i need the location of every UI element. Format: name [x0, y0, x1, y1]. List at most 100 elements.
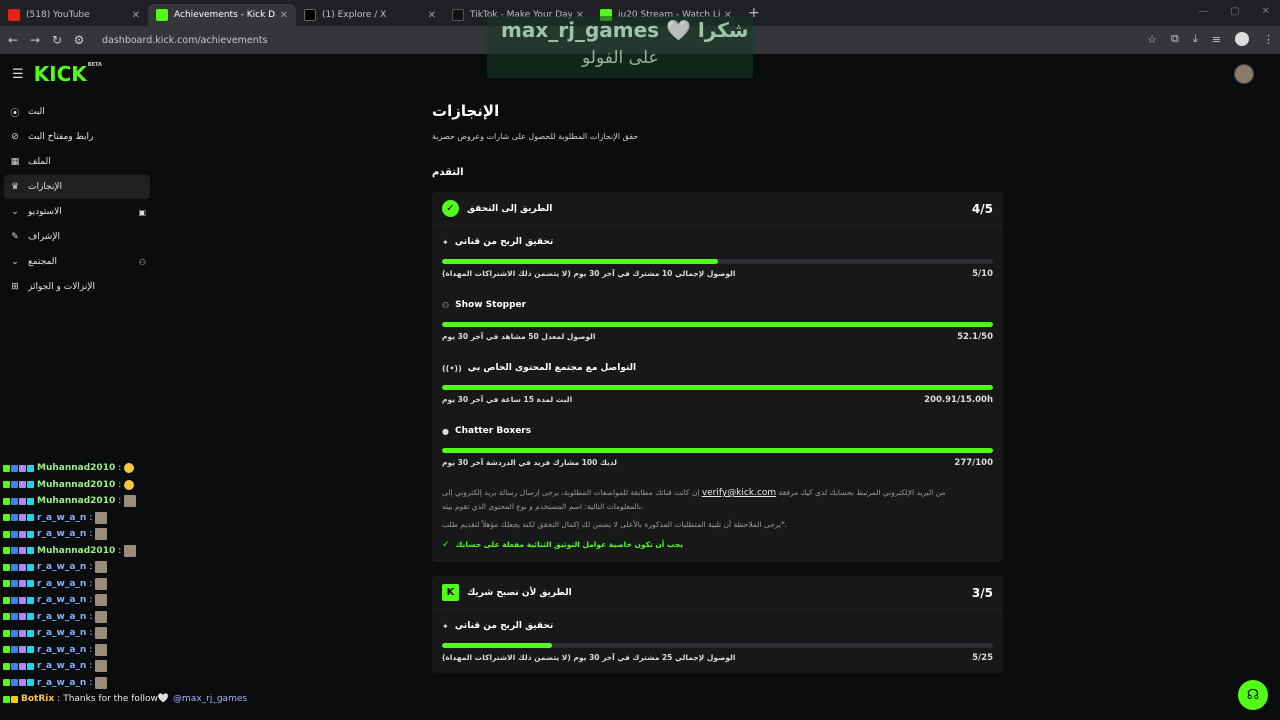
chat-username[interactable]: Muhannad2010: [37, 463, 115, 473]
chat-message: r_a_w_a_n:: [0, 642, 340, 659]
sidebar-item-moderation[interactable]: ✎ الإشراف: [4, 225, 150, 249]
sidebar-item-drops[interactable]: ⊞ الإنزالات و الجوائز: [4, 275, 150, 299]
badge-icon: [3, 613, 10, 621]
tiktok-icon: [452, 9, 464, 21]
chat-message: r_a_w_a_n:: [0, 526, 340, 543]
tab-youtube[interactable]: (518) YouTube ✕: [0, 4, 148, 26]
sidebar-item-label: المجتمع: [28, 257, 57, 267]
chat-badges: [3, 646, 34, 654]
kick-dashboard: ☰ KICKBETA ⦿ البث ⊘ رابط ومفتاح البث ▦ ا…: [0, 54, 1280, 720]
emote-icon: [95, 577, 108, 590]
badge-icon: [11, 563, 18, 571]
maximize-icon[interactable]: ▢: [1230, 6, 1239, 17]
chat-username[interactable]: Muhannad2010: [37, 480, 115, 490]
x-icon: [304, 9, 316, 21]
download-icon[interactable]: ⤓: [1193, 32, 1198, 46]
chat-separator: :: [89, 562, 93, 573]
progress-bar: [442, 643, 993, 648]
chat-username[interactable]: r_a_w_a_n: [37, 595, 86, 605]
extensions-icon[interactable]: ⧉: [1171, 32, 1179, 46]
chat-username[interactable]: r_a_w_a_n: [37, 579, 86, 589]
tab-title: (1) Explore / X: [322, 10, 387, 20]
minimize-icon[interactable]: —: [1198, 6, 1208, 17]
sidebar-item-studio[interactable]: ⌄ الاستوديو ▣: [4, 200, 150, 224]
chat-badges: [3, 596, 34, 604]
chat-username[interactable]: Muhannad2010: [37, 546, 115, 556]
badge-icon: [19, 563, 26, 571]
verify-email-link[interactable]: verify@kick.com: [702, 488, 776, 498]
sidebar-item-stream[interactable]: ⦿ البث: [4, 100, 150, 124]
support-chat-button[interactable]: ☊: [1238, 680, 1268, 710]
check-icon: ✓: [442, 540, 450, 550]
emote-icon: [95, 660, 108, 673]
bookmark-star-icon[interactable]: ☆: [1147, 33, 1157, 46]
url-input[interactable]: dashboard.kick.com/achievements: [102, 35, 267, 46]
chat-username[interactable]: r_a_w_a_n: [37, 661, 86, 671]
hamburger-menu-icon[interactable]: ☰: [12, 67, 24, 82]
chat-message-bot: BotRix: Thanks for the follow🤍 @max_rj_gam…: [0, 691, 340, 708]
progress-bar: [442, 322, 993, 327]
chat-username[interactable]: BotRix: [21, 694, 54, 704]
badge-icon: [19, 530, 26, 538]
criterion-value: 5/25: [972, 653, 993, 663]
chat-username[interactable]: r_a_w_a_n: [37, 628, 86, 638]
badge-icon: [11, 580, 18, 588]
criterion-title: ● Chatter Boxers: [442, 426, 531, 436]
close-icon[interactable]: ✕: [280, 10, 288, 21]
badge-icon: [3, 563, 10, 571]
close-icon[interactable]: ✕: [132, 10, 140, 21]
chat-separator: :: [89, 578, 93, 589]
badge-icon: [3, 679, 10, 687]
tab-x[interactable]: (1) Explore / X ✕: [296, 4, 444, 26]
chat-badges: [3, 514, 34, 522]
chat-username[interactable]: r_a_w_a_n: [37, 612, 86, 622]
chat-mention[interactable]: @max_rj_games: [173, 694, 247, 704]
chat-username[interactable]: r_a_w_a_n: [37, 645, 86, 655]
sidebar-item-label: الإنجازات: [28, 182, 63, 192]
badge-icon: [19, 662, 26, 670]
site-info-icon[interactable]: ⚙: [68, 33, 90, 47]
emote-icon: [124, 544, 137, 557]
chat-username[interactable]: r_a_w_a_n: [37, 513, 86, 523]
badge-icon: [27, 580, 34, 588]
sidebar-item-profile[interactable]: ▦ الملف: [4, 150, 150, 174]
chat-message: r_a_w_a_n:: [0, 675, 340, 692]
chat-badges: [3, 481, 34, 489]
close-window-icon[interactable]: ✕: [1262, 6, 1270, 17]
browser-profile-icon[interactable]: [1235, 32, 1249, 46]
badge-icon: [11, 514, 18, 522]
chat-username[interactable]: Muhannad2010: [37, 496, 115, 506]
chat-username[interactable]: r_a_w_a_n: [37, 562, 86, 572]
progress-fill: [442, 259, 718, 264]
badge-icon: [3, 629, 10, 637]
emote-icon: [95, 594, 108, 607]
badge-icon: [19, 679, 26, 687]
chat-separator: :: [89, 512, 93, 523]
forward-icon[interactable]: →: [24, 33, 46, 47]
menu-kebab-icon[interactable]: ⋮: [1263, 33, 1274, 46]
chat-username[interactable]: r_a_w_a_n: [37, 678, 86, 688]
kick-logo[interactable]: KICKBETA: [34, 62, 102, 86]
verification-card: ✓ الطريق إلى التحقق 4/5 ✦ تحقيق الربح من …: [432, 192, 1003, 562]
sidebar-item-stream-key[interactable]: ⊘ رابط ومفتاح البث: [4, 125, 150, 149]
chat-separator: :: [89, 529, 93, 540]
badge-icon: [19, 464, 26, 472]
reload-icon[interactable]: ↻: [46, 33, 68, 47]
close-icon[interactable]: ✕: [428, 10, 436, 21]
card-title: الطريق إلى التحقق: [467, 203, 553, 214]
chat-username[interactable]: r_a_w_a_n: [37, 529, 86, 539]
badge-icon: [3, 580, 10, 588]
badge-icon: [19, 481, 26, 489]
badge-icon: [3, 464, 10, 472]
sidebar-item-community[interactable]: ⌄ المجتمع ⚇: [4, 250, 150, 274]
user-avatar[interactable]: [1234, 64, 1254, 84]
card-score: 3/5: [971, 585, 993, 600]
sidebar-item-achievements[interactable]: ♛ الإنجازات: [4, 175, 150, 199]
media-control-icon[interactable]: ≡: [1212, 33, 1221, 46]
criterion-title: ((•)) التواصل مع مجتمع المحتوى الخاص بي: [442, 363, 636, 373]
link-icon: ⊘: [11, 132, 19, 142]
chat-message: r_a_w_a_n:: [0, 592, 340, 609]
chat-separator: :: [89, 611, 93, 622]
tab-kick-dashboard[interactable]: Achievements - Kick Dashboard ✕: [148, 4, 296, 26]
back-icon[interactable]: ←: [2, 33, 24, 47]
